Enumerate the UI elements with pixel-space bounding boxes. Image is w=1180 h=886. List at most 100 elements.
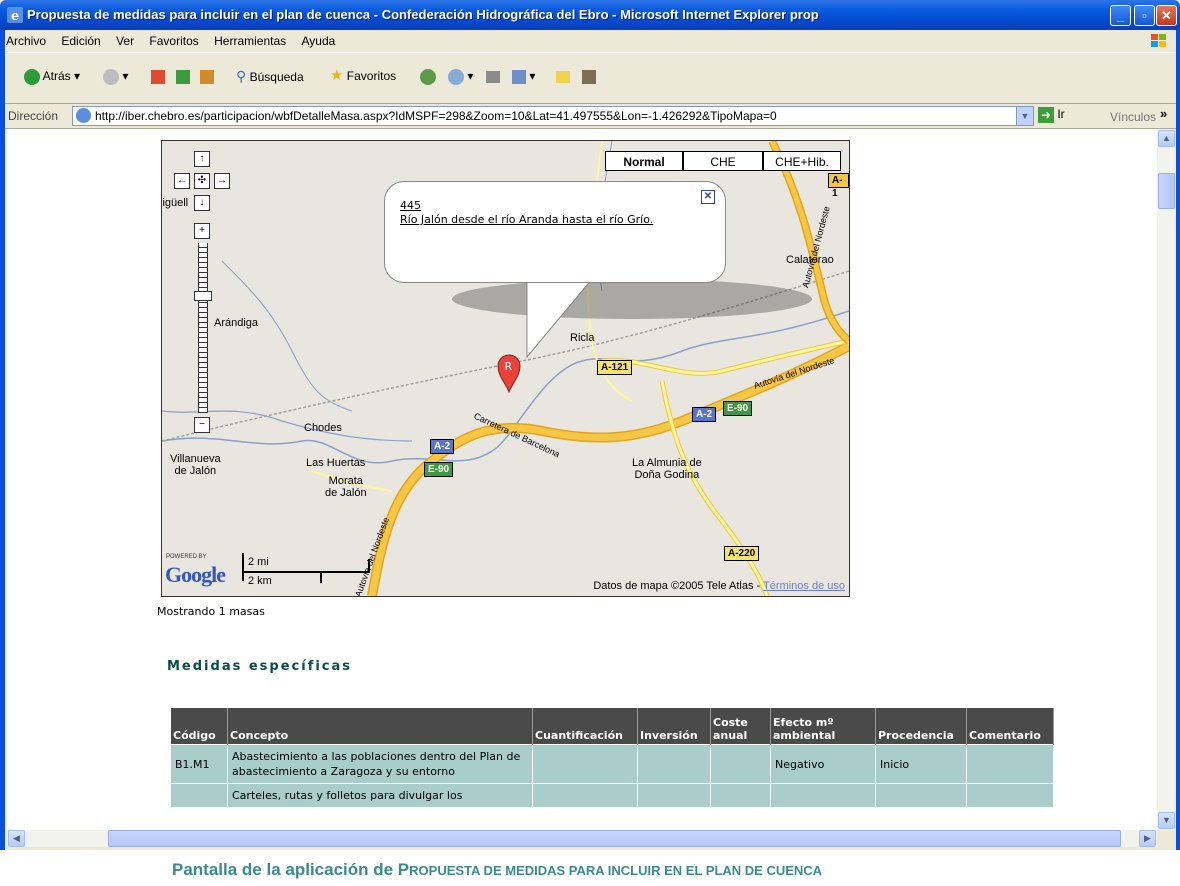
scale-bar-tick-mi (320, 571, 322, 583)
table-row: Carteles, rutas y folletos para divulgar… (171, 783, 1054, 807)
scale-bar-left (242, 553, 244, 581)
masa-id-link[interactable]: 445 (400, 199, 421, 212)
print-button[interactable] (486, 65, 500, 87)
horizontal-scrollbar[interactable]: ◀ ▶ (7, 830, 1157, 847)
header-procedencia: Procedencia (875, 708, 967, 745)
zoom-slider-handle[interactable] (194, 291, 212, 301)
map-type-normal[interactable]: Normal (605, 151, 683, 171)
powered-by-label: POWERED BY (166, 554, 207, 560)
road-tag-a121: A-121 (597, 360, 633, 375)
cell-efecto (770, 783, 876, 807)
menu-favoritos[interactable]: Favoritos (143, 30, 204, 48)
pan-left-icon[interactable]: ← (174, 173, 190, 189)
horizontal-scroll-thumb[interactable] (108, 830, 1121, 847)
cell-codigo (171, 783, 228, 807)
toolbar: Atrás ▾ ▾ ⚲ Búsqueda ★ Favoritos ▾ ▾ (0, 53, 1180, 104)
map-copyright-text: Datos de mapa ©2005 Tele Atlas - (593, 580, 764, 592)
favorites-star-icon: ★ (330, 67, 344, 84)
road-tag-a2-west: A-2 (430, 439, 455, 454)
header-concepto: Concepto (227, 708, 533, 745)
links-expand-icon[interactable]: » (1160, 106, 1167, 121)
address-label: Dirección (8, 109, 59, 123)
stop-button[interactable] (151, 65, 165, 87)
place-miguel: iigüell (161, 197, 189, 209)
home-icon (200, 69, 214, 84)
pan-center-icon[interactable]: ✣ (194, 173, 210, 189)
pan-right-icon[interactable]: → (214, 173, 230, 189)
history-button[interactable] (420, 65, 436, 87)
discuss-icon (556, 70, 570, 83)
cell-codigo: B1.M1 (171, 744, 228, 784)
scale-km-label: 2 km (248, 575, 272, 587)
table-row: B1.M1 Abastecimiento a las poblaciones d… (171, 744, 1054, 784)
road-tag-a1: A-1 (828, 173, 849, 199)
menu-ver[interactable]: Ver (110, 30, 140, 48)
menu-archivo[interactable]: Archivo (0, 30, 52, 48)
back-button[interactable]: Atrás ▾ (24, 65, 80, 87)
map-type-che[interactable]: CHE (683, 151, 763, 171)
address-input[interactable]: http://iber.chebro.es/participacion/wbfD… (72, 106, 1034, 126)
vertical-scrollbar[interactable]: ▲ ▼ (1157, 129, 1176, 830)
cell-inversion (637, 783, 711, 807)
discuss-button[interactable] (556, 65, 570, 87)
cell-procedencia: Inicio (875, 744, 967, 784)
menu-ayuda[interactable]: Ayuda (296, 30, 342, 48)
menu-edicion[interactable]: Edición (55, 30, 106, 48)
maximize-button[interactable]: ▫ (1134, 5, 1155, 26)
menu-herramientas[interactable]: Herramientas (208, 30, 292, 48)
pan-down-icon[interactable]: ↓ (194, 195, 210, 211)
research-button[interactable] (582, 65, 596, 87)
map-copyright: Datos de mapa ©2005 Tele Atlas - Término… (593, 580, 845, 592)
search-button[interactable]: ⚲ Búsqueda (236, 65, 304, 87)
info-window-close-icon[interactable]: ✕ (701, 190, 715, 204)
pan-up-icon[interactable]: ↑ (194, 151, 210, 167)
terms-link[interactable]: Términos de uso (763, 580, 845, 592)
links-label[interactable]: Vínculos (1110, 110, 1156, 124)
title-bar: e Propuesta de medidas para incluir en e… (0, 0, 1180, 30)
road-tag-e90-west: E-90 (424, 462, 454, 477)
road-tag-a220: A-220 (724, 546, 760, 561)
header-comentario: Comentario (966, 708, 1054, 745)
scroll-down-icon[interactable]: ▼ (1158, 812, 1175, 829)
home-button[interactable] (200, 65, 214, 87)
scroll-up-icon[interactable]: ▲ (1158, 130, 1175, 147)
cell-inversion (637, 744, 711, 784)
minimize-button[interactable]: _ (1110, 5, 1131, 26)
map-marker[interactable]: R (497, 354, 521, 394)
go-arrow-icon: ➜ (1038, 107, 1054, 123)
go-button[interactable]: ➜ Ir (1038, 107, 1065, 123)
bubble-tail (526, 279, 593, 359)
road-tag-e90-east: E-90 (723, 401, 753, 416)
masa-name-link[interactable]: Río Jalón desde el río Aranda hasta el r… (400, 213, 653, 226)
zoom-in-icon[interactable]: + (194, 223, 210, 239)
refresh-icon (176, 69, 190, 84)
zoom-slider-track[interactable] (198, 243, 208, 413)
search-icon: ⚲ (236, 68, 247, 84)
cell-concepto: Abastecimiento a las poblaciones dentro … (227, 744, 533, 784)
info-window-content: 445 Río Jalón desde el río Aranda hasta … (400, 198, 653, 226)
scroll-left-icon[interactable]: ◀ (8, 830, 25, 847)
print-icon (486, 70, 500, 83)
google-map[interactable]: Normal CHE CHE+Hib. ↑ ← ✣ → ↓ + − iigüel… (161, 140, 850, 597)
address-dropdown-icon[interactable]: ▼ (1016, 107, 1033, 125)
forward-arrow-icon (103, 68, 119, 85)
header-inversion: Inversión (637, 708, 711, 745)
place-arandiga: Arándiga (214, 317, 259, 329)
forward-button[interactable]: ▾ (103, 65, 128, 87)
favorites-button[interactable]: ★ Favoritos (330, 65, 396, 87)
map-type-che-hib[interactable]: CHE+Hib. (763, 151, 841, 171)
place-la-almunia: La Almunia de Doña Godina (632, 457, 702, 481)
place-las-huertas: Las Huertas (306, 457, 366, 469)
cell-coste-anual (710, 783, 771, 807)
zoom-out-icon[interactable]: − (194, 417, 210, 433)
vertical-scroll-thumb[interactable] (1158, 173, 1175, 209)
edit-button[interactable]: ▾ (512, 65, 535, 87)
close-button[interactable]: ✕ (1156, 5, 1177, 26)
scroll-right-icon[interactable]: ▶ (1139, 830, 1156, 847)
window-frame-left (0, 30, 5, 850)
address-url: http://iber.chebro.es/participacion/wbfD… (95, 109, 777, 123)
refresh-button[interactable] (176, 65, 190, 87)
research-icon (582, 69, 596, 84)
page-content: Normal CHE CHE+Hib. ↑ ← ✣ → ↓ + − iigüel… (7, 129, 1157, 830)
mail-button[interactable]: ▾ (448, 65, 473, 87)
